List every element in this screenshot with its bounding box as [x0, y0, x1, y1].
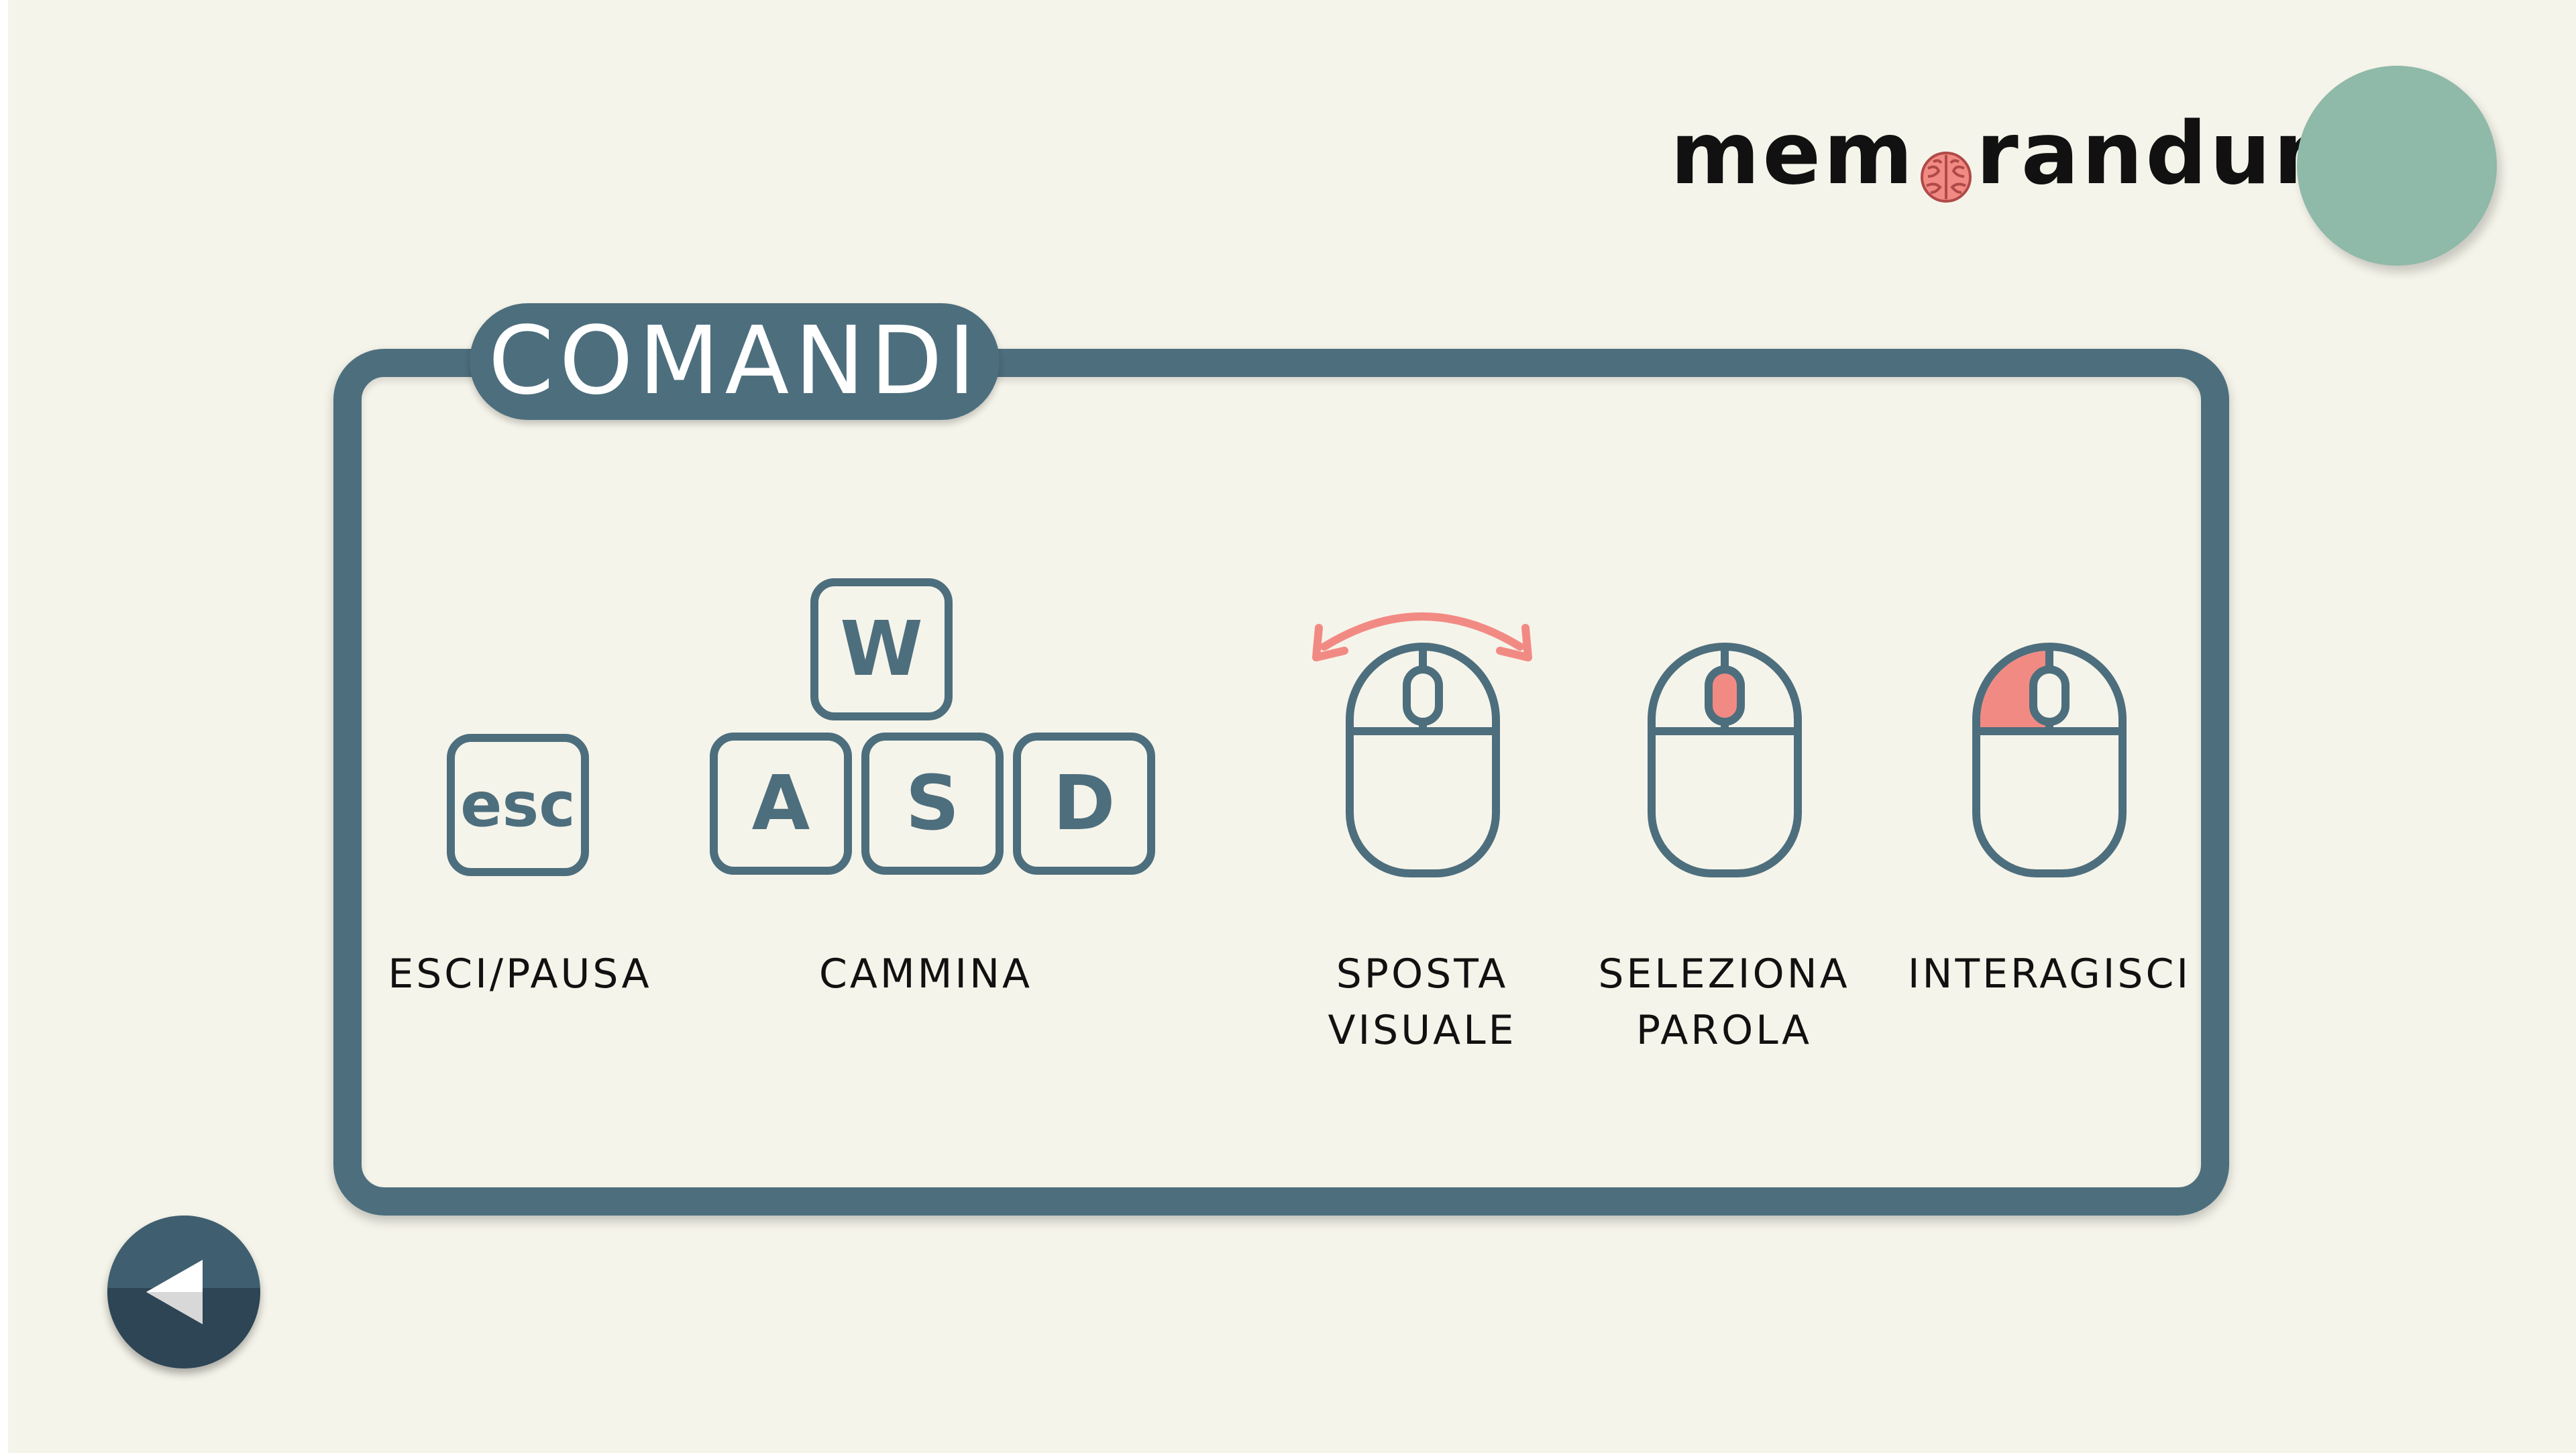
back-arrow-icon: [146, 1260, 203, 1324]
esc-key: esc: [447, 734, 589, 876]
a-key-label: A: [751, 760, 810, 847]
d-key-label: D: [1053, 760, 1116, 847]
s-key-label: S: [905, 760, 960, 847]
mouse-icon: [1346, 643, 1500, 877]
label-esci-pausa-text: ESCI/PAUSA: [388, 951, 652, 998]
s-key: S: [861, 733, 1004, 875]
commands-screen: mem randum COMANDI esc W A S D ESCI/PAUS…: [0, 0, 2576, 1453]
memorandum-logo: mem randum: [1670, 104, 2365, 204]
label-sposta-line1: SPOSTA: [1336, 951, 1509, 998]
corner-decoration-circle: [2297, 66, 2497, 266]
d-key: D: [1013, 733, 1155, 875]
mouse-wheel-icon: [1648, 643, 1802, 877]
brain-icon: [1919, 133, 1974, 203]
label-cammina-text: CAMMINA: [818, 951, 1033, 998]
label-interagisci-text: INTERAGISCI: [1907, 951, 2192, 998]
label-seleziona-parola: SELEZIONA PAROLA: [1590, 946, 1858, 1059]
label-seleziona-line2: PAROLA: [1635, 1007, 1813, 1054]
w-key-label: W: [840, 606, 923, 693]
panel-title-pill: COMANDI: [470, 303, 1000, 420]
label-sposta-visuale: SPOSTA VISUALE: [1288, 946, 1556, 1059]
logo-text-left: mem: [1670, 104, 1916, 204]
label-interagisci: INTERAGISCI: [1898, 946, 2200, 1002]
commands-panel: [333, 349, 2229, 1216]
label-sposta-line2: VISUALE: [1328, 1007, 1517, 1054]
a-key: A: [710, 733, 852, 875]
panel-title: COMANDI: [488, 307, 981, 416]
label-cammina: CAMMINA: [792, 946, 1060, 1002]
left-edge: [0, 0, 8, 1453]
w-key: W: [810, 578, 953, 720]
mouse-left-click-icon: [1972, 643, 2127, 877]
label-seleziona-line1: SELEZIONA: [1598, 951, 1850, 998]
back-button[interactable]: [107, 1216, 260, 1368]
label-esci-pausa: ESCI/PAUSA: [376, 946, 664, 1002]
esc-key-label: esc: [460, 769, 576, 841]
